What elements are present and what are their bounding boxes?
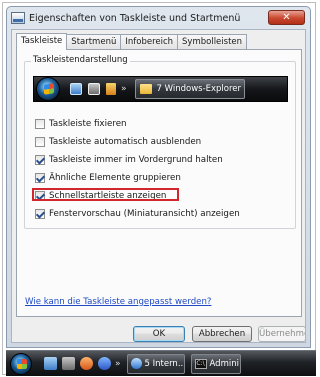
start-orb-icon [36,77,60,101]
switch-windows-icon [88,83,100,95]
option-fenstervorschau[interactable]: Fenstervorschau (Miniaturansicht) anzeig… [35,209,240,219]
system-taskbar: » 5 Intern... C:\ Admini [6,350,316,376]
option-label: Ähnliche Elemente gruppieren [49,173,181,183]
taskbar-button-label: Admini [209,358,239,369]
tab-symbolleisten[interactable]: Symbolleisten [177,34,248,49]
cancel-button[interactable]: Abbrechen [192,326,252,342]
title-bar[interactable]: Eigenschaften von Taskleiste und Startme… [7,7,310,29]
checkbox-elemente-gruppieren[interactable] [35,173,45,183]
preview-task-label: 7 Windows-Explorer [156,84,242,94]
help-link[interactable]: Wie kann die Taskleiste angepasst werden… [25,297,211,307]
option-label: Taskleiste fixieren [49,119,127,129]
tab-taskleiste[interactable]: Taskleiste [16,33,68,50]
media-player-icon [106,83,116,95]
checkbox-taskleiste-fixieren[interactable] [35,119,45,129]
tab-infobereich[interactable]: Infobereich [120,34,179,49]
taskbar-properties-dialog: Eigenschaften von Taskleiste und Startme… [6,6,311,348]
red-highlight-box [32,188,179,201]
option-label: Taskleiste immer im Vordergrund halten [49,155,223,165]
taskbar-button-internet-explorer[interactable]: 5 Intern... [126,353,185,374]
firefox-icon[interactable] [80,357,93,370]
apply-button[interactable]: Übernehmen [258,326,306,342]
folder-icon [139,84,152,94]
taskbar-app-icon [11,12,25,24]
option-label: Taskleiste automatisch ausblenden [49,137,202,147]
dialog-client-area: Taskleiste Startmenü Infobereich Symboll… [11,29,306,343]
checkbox-fenstervorschau[interactable] [35,209,45,219]
option-elemente-gruppieren[interactable]: Ähnliche Elemente gruppieren [35,173,181,183]
close-button[interactable]: ✕ [268,10,305,25]
taskbar-preview-image: » 7 Windows-Explorer [33,76,288,102]
option-taskleiste-fixieren[interactable]: Taskleiste fixieren [35,119,127,129]
window-title: Eigenschaften von Taskleiste und Startme… [29,12,241,24]
checkbox-immer-im-vordergrund[interactable] [35,155,45,165]
show-desktop-icon[interactable] [44,357,57,370]
option-immer-im-vordergrund[interactable]: Taskleiste immer im Vordergrund halten [35,155,223,165]
tab-strip: Taskleiste Startmenü Infobereich Symboll… [16,33,248,50]
screenshot-frame: Eigenschaften von Taskleiste und Startme… [2,2,316,376]
chevron-right-icon[interactable]: » [115,359,121,369]
ok-button[interactable]: OK [133,326,185,342]
taskbar-button-label: 5 Intern... [144,358,185,369]
globe-icon[interactable] [98,357,111,370]
option-automatisch-ausblenden[interactable]: Taskleiste automatisch ausblenden [35,137,201,147]
tab-panel-taskleiste: Taskleistendarstellung » 7 Windows-Explo… [16,49,302,317]
tab-startmenue[interactable]: Startmenü [66,34,122,49]
start-orb-icon[interactable] [10,352,32,375]
preview-task-button: 7 Windows-Explorer [134,79,245,99]
command-prompt-icon: C:\ [194,358,207,369]
switch-windows-icon[interactable] [62,357,75,370]
group-label: Taskleistendarstellung [31,55,130,65]
taskbar-button-command-prompt[interactable]: C:\ Admini [190,353,241,374]
show-desktop-icon [70,83,82,95]
taskbar-appearance-group: Taskleistendarstellung » 7 Windows-Explo… [24,55,296,229]
close-icon: ✕ [282,12,291,23]
internet-explorer-icon [130,358,142,369]
option-label: Fenstervorschau (Miniaturansicht) anzeig… [49,209,240,219]
chevron-right-icon: » [121,84,127,94]
checkbox-automatisch-ausblenden[interactable] [35,137,45,147]
